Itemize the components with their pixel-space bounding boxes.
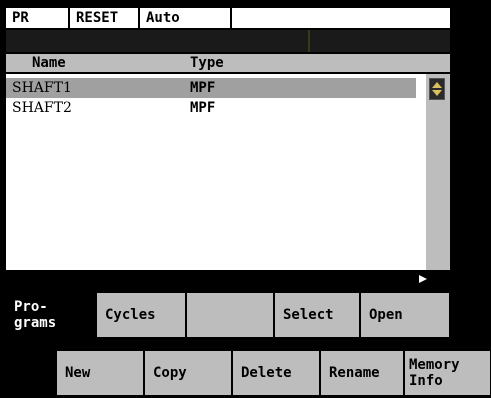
softkey-empty[interactable] — [186, 292, 274, 338]
softkey-rename[interactable]: Rename — [320, 350, 404, 396]
softkey-open[interactable]: Open — [360, 292, 450, 338]
softkey-select[interactable]: Select — [274, 292, 360, 338]
horizontal-softkey-bar: New Copy Delete Rename Memory Info — [56, 350, 491, 396]
column-header-type: Type — [190, 55, 224, 71]
softkey-copy[interactable]: Copy — [144, 350, 232, 396]
softkey-new[interactable]: New — [56, 350, 144, 396]
file-name: SHAFT2 — [12, 100, 72, 116]
more-arrow-icon — [418, 272, 430, 284]
softkey-cycles[interactable]: Cycles — [96, 292, 186, 338]
list-item[interactable]: SHAFT1 MPF — [6, 78, 416, 98]
table-header: Name Type — [6, 54, 450, 72]
column-header-name: Name — [32, 55, 66, 71]
channel-indicator: PR — [6, 8, 70, 28]
softkey-programs[interactable]: Pro- grams — [6, 292, 96, 338]
message-divider — [308, 30, 310, 52]
reset-state-indicator: RESET — [70, 8, 140, 28]
program-name-field — [232, 8, 450, 28]
scroll-thumb[interactable] — [429, 78, 445, 100]
file-name: SHAFT1 — [12, 80, 72, 96]
file-list[interactable]: SHAFT1 MPF SHAFT2 MPF — [6, 74, 426, 270]
vertical-softkey-bar: Pro- grams Cycles Select Open — [6, 290, 450, 340]
list-item[interactable]: SHAFT2 MPF — [6, 98, 416, 118]
file-type: MPF — [190, 80, 216, 96]
file-type: MPF — [190, 100, 216, 116]
scroll-arrows-icon — [432, 82, 442, 96]
scrollbar[interactable] — [426, 74, 450, 270]
message-line — [6, 30, 450, 52]
softkey-memory-info[interactable]: Memory Info — [404, 350, 491, 396]
status-bar: PR RESET Auto — [6, 8, 450, 28]
softkey-delete[interactable]: Delete — [232, 350, 320, 396]
mode-indicator: Auto — [140, 8, 232, 28]
